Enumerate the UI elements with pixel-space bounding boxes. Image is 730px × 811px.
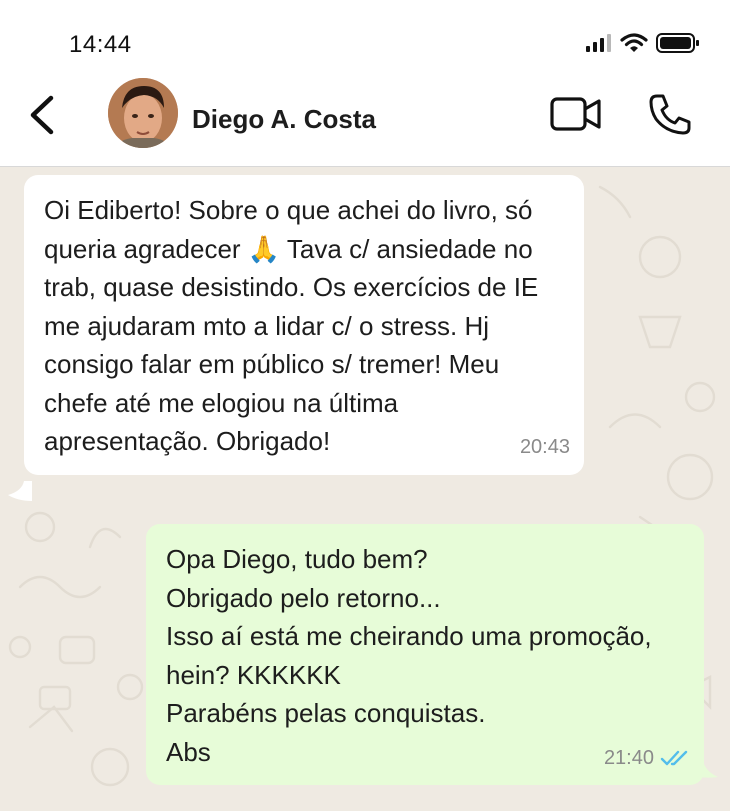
double-check-icon (660, 750, 688, 765)
outgoing-message-bubble[interactable]: Opa Diego, tudo bem? Obrigado pelo retor… (146, 524, 704, 785)
status-bar: 14:44 (0, 0, 730, 78)
battery-icon (656, 33, 699, 53)
message-meta: 21:40 (604, 739, 690, 778)
message-text: Opa Diego, tudo bem? Obrigado pelo retor… (166, 544, 652, 767)
chat-header: Diego A. Costa (0, 78, 730, 167)
avatar[interactable] (108, 78, 178, 148)
message-meta: 20:43 (520, 428, 570, 467)
chat-area[interactable]: Oi Ediberto! Sobre o que achei do livro,… (0, 167, 730, 811)
status-time: 14:44 (69, 31, 132, 58)
phone-icon[interactable] (648, 92, 692, 136)
message-time: 20:43 (519, 436, 570, 458)
message-time: 21:40 (603, 746, 654, 769)
avatar-image (108, 78, 178, 148)
incoming-bubble-tail (8, 481, 32, 501)
status-icons (586, 32, 700, 54)
signal-icon (586, 34, 611, 52)
incoming-message-bubble[interactable]: Oi Ediberto! Sobre o que achei do livro,… (24, 175, 584, 475)
video-call-icon[interactable] (550, 96, 602, 132)
back-arrow-icon[interactable] (25, 92, 65, 138)
wifi-icon (620, 33, 648, 52)
contact-name[interactable]: Diego A. Costa (192, 104, 376, 135)
message-text: Oi Ediberto! Sobre o que achei do livro,… (44, 195, 539, 456)
